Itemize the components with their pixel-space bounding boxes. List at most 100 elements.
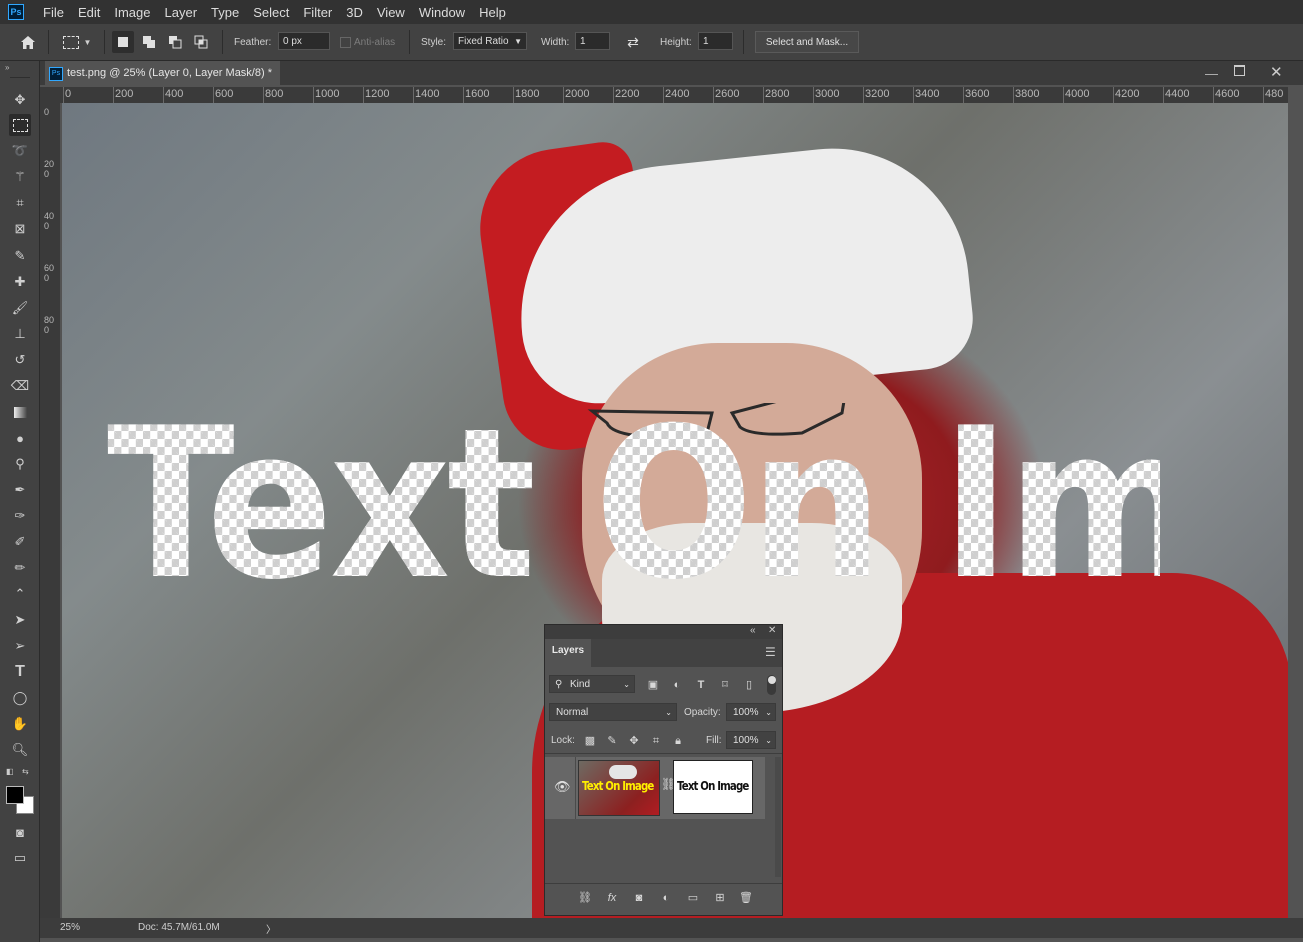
menu-file[interactable]: File	[36, 5, 71, 20]
marquee-preset-icon	[62, 35, 79, 49]
default-colors-icon[interactable]: ◧	[6, 767, 14, 776]
menu-layer[interactable]: Layer	[158, 5, 205, 20]
dodge-icon[interactable]: ⚲	[9, 453, 31, 475]
ruler-tick-mark	[363, 87, 364, 103]
foreground-color-swatch[interactable]	[6, 786, 24, 804]
add-mask-icon[interactable]: ◙	[632, 891, 646, 905]
ruler-tick-label: 800	[265, 88, 284, 100]
status-menu-arrow-icon[interactable]: 〉	[266, 921, 276, 936]
filter-kind-select[interactable]: ⚲ Kind ⌄	[549, 675, 635, 693]
menu-edit[interactable]: Edit	[71, 5, 107, 20]
quick-mask-icon[interactable]: ◙	[9, 821, 31, 843]
layer-row[interactable]: 👁︎ Text On Image ⛓ Text On Image	[545, 757, 765, 819]
menu-view[interactable]: View	[370, 5, 412, 20]
ruler-tick-label: 2600	[715, 88, 740, 100]
filter-adjustment-icon[interactable]: ◐	[670, 678, 684, 692]
collapse-panel-icon[interactable]: «	[750, 625, 756, 636]
frame-icon[interactable]: ⊠	[9, 218, 31, 240]
filter-shape-icon[interactable]: ⌑	[718, 678, 732, 692]
pen-icon[interactable]: ✒	[9, 479, 31, 501]
zoom-icon[interactable]: 🔍︎	[9, 739, 31, 761]
close-document-icon[interactable]: ✕	[1270, 63, 1283, 81]
layer-thumbnail[interactable]: Text On Image	[578, 760, 660, 816]
height-label: Height:	[660, 37, 692, 48]
tab-layers[interactable]: Layers	[545, 639, 591, 667]
eyedropper-icon[interactable]: ✎	[9, 245, 31, 267]
antialias-checkbox[interactable]	[340, 37, 351, 48]
menu-select[interactable]: Select	[246, 5, 296, 20]
filter-smart-object-icon[interactable]: ▯	[742, 678, 756, 692]
link-layers-icon[interactable]: ⛓	[578, 891, 592, 905]
freeform-pen-icon[interactable]: ✑	[9, 505, 31, 527]
zoom-level[interactable]: 25%	[60, 922, 80, 933]
blur-icon[interactable]: ●	[9, 427, 31, 449]
layer-mask-thumbnail[interactable]: Text On Image	[673, 760, 753, 814]
feather-input[interactable]: 0 px	[278, 32, 330, 50]
menu-window[interactable]: Window	[412, 5, 472, 20]
new-selection-button[interactable]	[112, 31, 134, 53]
new-layer-icon[interactable]: ⊞	[713, 891, 727, 905]
new-group-icon[interactable]: ▭	[686, 891, 700, 905]
collapse-toolbar-icon[interactable]: »	[5, 63, 9, 72]
menu-type[interactable]: Type	[204, 5, 246, 20]
width-input[interactable]: 1	[575, 32, 610, 50]
brush-icon[interactable]: 🖌	[9, 297, 31, 319]
delete-layer-icon[interactable]: 🗑︎	[739, 891, 753, 905]
delete-anchor-icon[interactable]: ✏	[9, 557, 31, 579]
eraser-icon[interactable]: ⌫	[9, 375, 31, 397]
blend-mode-select[interactable]: Normal ⌄	[549, 703, 677, 721]
swap-colors-icon[interactable]: ⇆	[22, 767, 29, 776]
lock-position-icon[interactable]: ✥	[627, 734, 641, 748]
fill-input[interactable]: 100% ⌄	[726, 731, 776, 749]
select-and-mask-button[interactable]: Select and Mask...	[755, 31, 859, 53]
adjustment-layer-icon[interactable]: ◐	[659, 891, 673, 905]
convert-point-icon[interactable]: ⌃	[9, 583, 31, 605]
height-input[interactable]: 1	[698, 32, 733, 50]
history-brush-icon[interactable]: ↺	[9, 349, 31, 371]
magic-wand-icon[interactable]: ⚚	[9, 166, 31, 188]
layers-scrollbar[interactable]	[775, 757, 781, 877]
home-icon[interactable]	[17, 31, 39, 53]
minimize-icon[interactable]: —	[1205, 66, 1218, 81]
crop-icon[interactable]: ⌗	[9, 192, 31, 214]
fx-icon[interactable]: fx	[605, 891, 619, 905]
swap-dimensions-icon[interactable]: ⇄	[622, 31, 644, 53]
add-selection-button[interactable]	[138, 31, 160, 53]
menu-image[interactable]: Image	[107, 5, 157, 20]
style-select[interactable]: Fixed Ratio ▼	[453, 32, 527, 50]
lasso-icon[interactable]: ➰	[9, 140, 31, 162]
menu-filter[interactable]: Filter	[296, 5, 339, 20]
maximize-icon[interactable]	[1234, 65, 1245, 76]
panel-menu-icon[interactable]: ☰	[765, 645, 776, 659]
opacity-input[interactable]: 100% ⌄	[726, 703, 776, 721]
subtract-selection-button[interactable]	[164, 31, 186, 53]
type-icon[interactable]: T	[9, 661, 31, 683]
path-select-icon[interactable]: ➤	[9, 609, 31, 631]
lock-image-icon[interactable]: ✎	[605, 734, 619, 748]
move-icon[interactable]: ✥	[9, 89, 31, 111]
add-anchor-icon[interactable]: ✐	[9, 531, 31, 553]
ruler-tick-label: 2200	[615, 88, 640, 100]
hand-icon[interactable]: ✋	[9, 713, 31, 735]
visibility-eye-icon[interactable]: 👁︎	[554, 779, 571, 795]
document-tab[interactable]: Ps test.png @ 25% (Layer 0, Layer Mask/8…	[45, 61, 280, 85]
direct-select-icon[interactable]: ➢	[9, 635, 31, 657]
menu-help[interactable]: Help	[472, 5, 513, 20]
marquee-preset-picker[interactable]: ▼	[58, 31, 96, 53]
close-panel-icon[interactable]: ✕	[768, 625, 776, 636]
healing-brush-icon[interactable]: ✚	[9, 271, 31, 293]
filter-toggle[interactable]	[767, 675, 776, 695]
lock-transparent-icon[interactable]: ▩	[583, 734, 597, 748]
intersect-selection-button[interactable]	[190, 31, 212, 53]
filter-type-icon[interactable]: T	[694, 678, 708, 692]
gradient-icon[interactable]	[9, 401, 31, 423]
lock-artboard-icon[interactable]: ⌗	[649, 734, 663, 748]
lock-all-icon[interactable]: 🔒︎	[671, 734, 685, 748]
marquee-icon[interactable]	[9, 114, 31, 136]
screen-mode-icon[interactable]: ▭	[9, 847, 31, 869]
filter-pixel-icon[interactable]: ▣	[646, 678, 660, 692]
ellipse-icon[interactable]: ◯	[9, 687, 31, 709]
ruler-tick-mark	[313, 87, 314, 103]
menu-3d[interactable]: 3D	[339, 5, 370, 20]
clone-stamp-icon[interactable]: ⊥	[9, 323, 31, 345]
